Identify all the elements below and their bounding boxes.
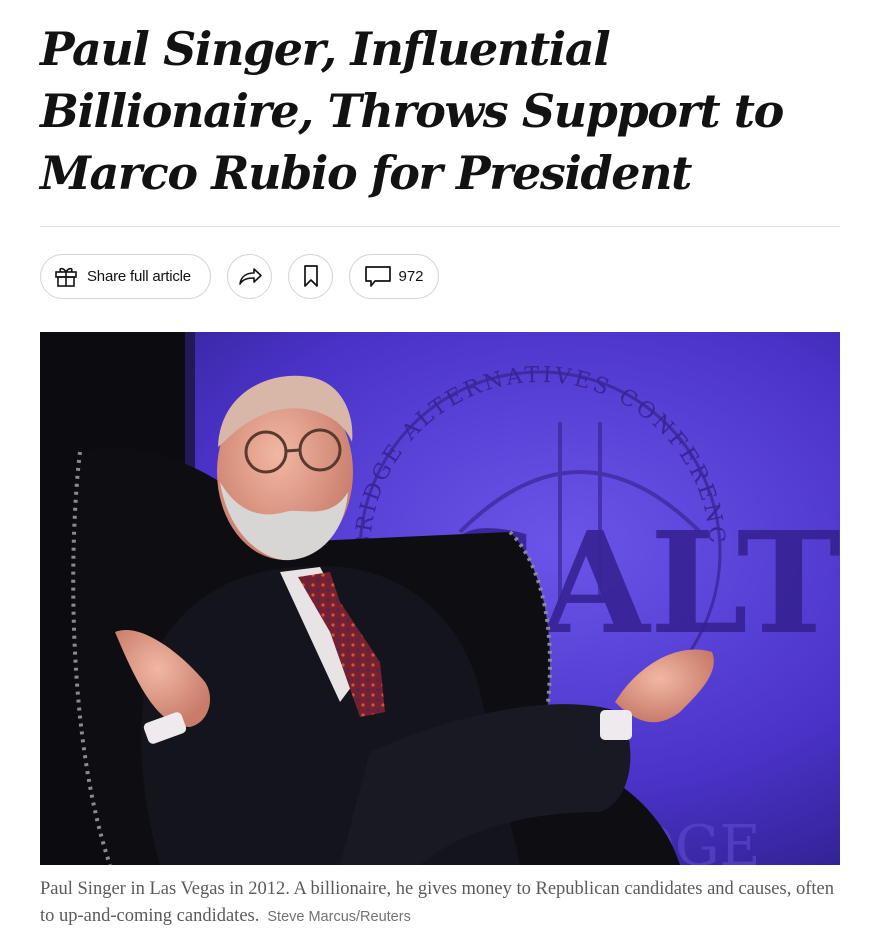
save-bookmark-button[interactable] (288, 253, 333, 299)
article-toolbar: Share full article 972 (40, 253, 439, 299)
gift-icon (53, 263, 79, 289)
comments-button[interactable]: 972 (349, 253, 439, 299)
share-full-article-label: Share full article (87, 267, 191, 285)
photo-caption: Paul Singer in Las Vegas in 2012. A bill… (40, 876, 840, 931)
comment-count: 972 (398, 267, 424, 285)
bookmark-icon (302, 264, 320, 288)
share-button[interactable] (227, 253, 272, 299)
comment-icon (364, 264, 392, 288)
share-arrow-icon (237, 265, 263, 287)
share-full-article-button[interactable]: Share full article (40, 253, 211, 299)
article-headline: Paul Singer, Influential Billionaire, Th… (40, 22, 784, 200)
photo-credit: Steve Marcus/Reuters (267, 909, 411, 925)
caption-text: Paul Singer in Las Vegas in 2012. A bill… (40, 879, 834, 926)
photo-illustration: BRIDGE ALTERNATIVES CONFERENCE SALT DGE (40, 332, 840, 865)
article-page: Paul Singer, Influential Billionaire, Th… (0, 0, 884, 940)
article-photo[interactable]: BRIDGE ALTERNATIVES CONFERENCE SALT DGE (40, 332, 840, 865)
headline-divider (40, 226, 840, 227)
